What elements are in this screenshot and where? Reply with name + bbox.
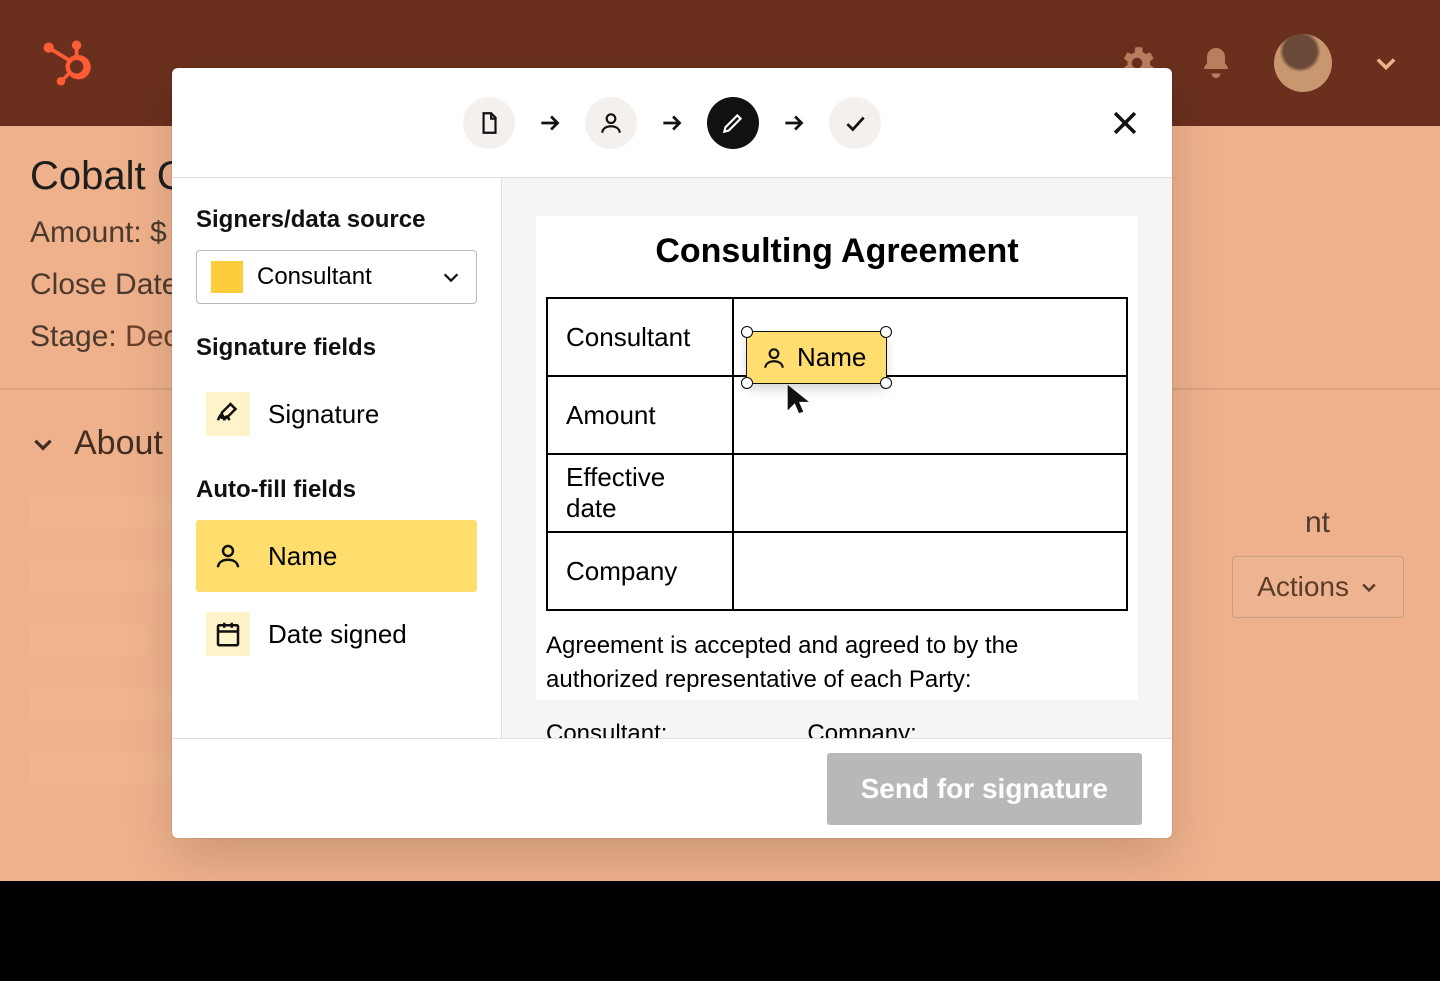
notification-icon[interactable] [1198, 45, 1234, 81]
send-for-signature-button[interactable]: Send for signature [827, 753, 1142, 825]
cursor-icon [782, 382, 816, 416]
hubspot-logo-icon [36, 35, 92, 91]
arrow-right-icon [659, 110, 685, 136]
placed-field-label: Name [797, 342, 866, 373]
field-name[interactable]: Name [196, 520, 477, 592]
step-signer[interactable] [585, 97, 637, 149]
calendar-icon [206, 612, 250, 656]
about-label: About [74, 424, 163, 463]
person-icon [206, 534, 250, 578]
modal-footer: Send for signature [172, 738, 1172, 838]
stepper [463, 97, 881, 149]
chevron-down-icon [30, 431, 56, 457]
partial-label: nt [1305, 506, 1330, 540]
skeleton-bar [30, 625, 150, 655]
avatar[interactable] [1274, 34, 1332, 92]
document-title: Consulting Agreement [546, 216, 1128, 297]
field-date-signed[interactable]: Date signed [196, 598, 477, 670]
chevron-down-icon [1359, 577, 1379, 597]
pencil-icon [720, 110, 746, 136]
field-signature[interactable]: Signature [196, 378, 477, 450]
actions-button[interactable]: Actions [1232, 556, 1404, 618]
signer-select[interactable]: Consultant [196, 250, 477, 304]
person-icon [598, 110, 624, 136]
step-document[interactable] [463, 97, 515, 149]
bottom-bar [0, 881, 1440, 981]
table-row: Effective date [547, 454, 1127, 532]
step-edit[interactable] [707, 97, 759, 149]
step-done[interactable] [829, 97, 881, 149]
signer-color-swatch [211, 261, 243, 293]
document-preview[interactable]: Consulting Agreement Consultant Amount E… [502, 178, 1172, 738]
section-signers-title: Signers/data source [196, 206, 477, 234]
arrow-right-icon [781, 110, 807, 136]
account-menu-chevron-icon[interactable] [1372, 49, 1400, 77]
agreement-paragraph: Agreement is accepted and agreed to by t… [546, 629, 1128, 696]
field-name-label: Name [268, 541, 337, 572]
company-sig-label: Company: [807, 720, 916, 738]
resize-handle[interactable] [741, 326, 753, 338]
esign-modal: Signers/data source Consultant Signature… [172, 68, 1172, 838]
section-autofill-title: Auto-fill fields [196, 476, 477, 504]
document-icon [476, 110, 502, 136]
chevron-down-icon [440, 266, 462, 288]
fields-sidebar: Signers/data source Consultant Signature… [172, 178, 502, 738]
arrow-right-icon [537, 110, 563, 136]
table-row: Amount [547, 376, 1127, 454]
check-icon [842, 110, 868, 136]
table-row: Company [547, 532, 1127, 610]
modal-header [172, 68, 1172, 178]
field-date-signed-label: Date signed [268, 619, 407, 650]
section-sigfields-title: Signature fields [196, 334, 477, 362]
consultant-sig-label: Consultant: [546, 720, 667, 738]
person-icon [761, 345, 787, 371]
field-signature-label: Signature [268, 399, 379, 430]
signature-icon [206, 392, 250, 436]
resize-handle[interactable] [741, 377, 753, 389]
signer-selected-label: Consultant [257, 263, 426, 291]
signature-row: Consultant: Company: [546, 720, 1128, 738]
close-icon [1108, 106, 1142, 140]
placed-field-name[interactable]: Name [746, 331, 887, 384]
close-button[interactable] [1108, 106, 1142, 140]
